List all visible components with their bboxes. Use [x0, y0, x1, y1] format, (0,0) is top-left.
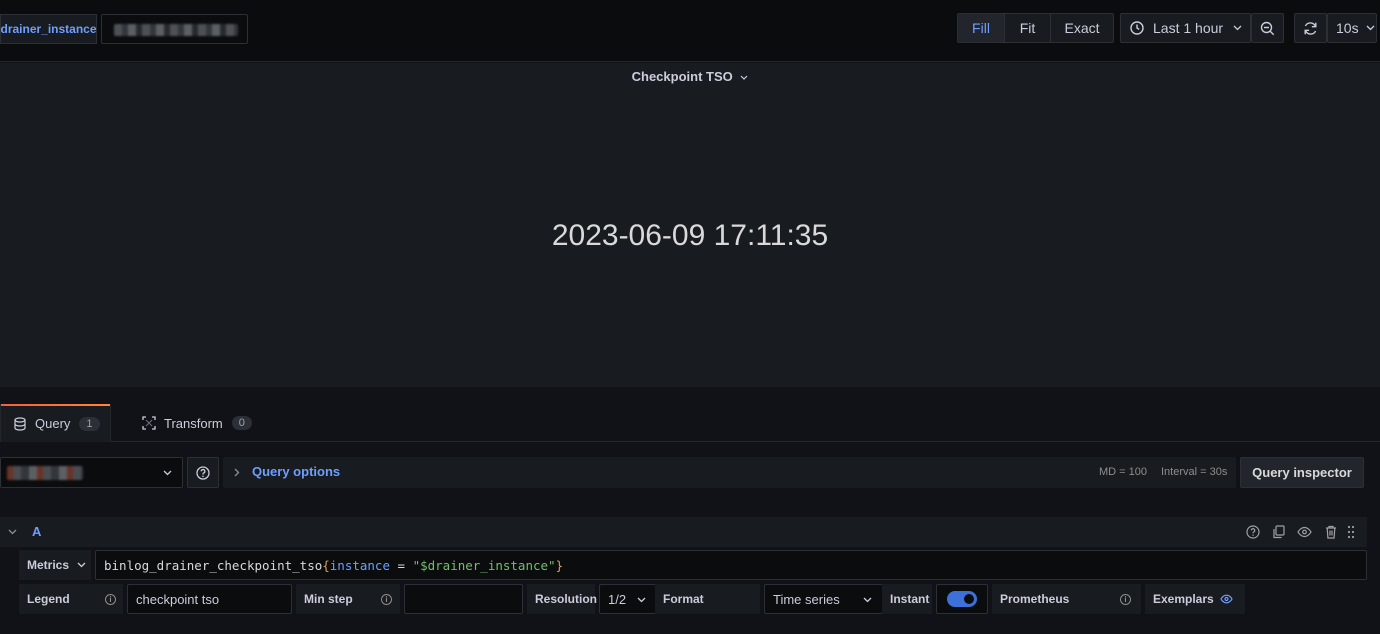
- database-icon: [14, 416, 26, 431]
- refresh-interval-picker[interactable]: 10s: [1327, 13, 1377, 43]
- tab-transform[interactable]: Transform 0: [142, 404, 262, 442]
- panel-preview: Checkpoint TSO 2023-06-09 17:11:35: [0, 63, 1380, 387]
- tab-query[interactable]: Query 1: [0, 404, 111, 442]
- resolution-value: 1/2: [608, 591, 627, 607]
- instant-toggle-container: [936, 584, 988, 614]
- variable-select[interactable]: [101, 14, 248, 44]
- time-range-label: Last 1 hour: [1153, 20, 1224, 36]
- exemplars-toggle[interactable]: Exemplars: [1145, 584, 1245, 614]
- trash-icon[interactable]: [1325, 525, 1337, 539]
- drag-handle-icon[interactable]: [1347, 525, 1355, 539]
- label-key: instance: [329, 557, 390, 573]
- redacted-value: [114, 24, 238, 36]
- tab-query-label: Query: [35, 416, 71, 431]
- tab-query-count: 1: [79, 416, 100, 431]
- query-row-header[interactable]: A: [0, 517, 1367, 547]
- tab-transform-label: Transform: [164, 415, 223, 431]
- datasource-picker[interactable]: [0, 457, 183, 488]
- prometheus-label-cell: Prometheus i: [992, 584, 1141, 614]
- chevron-down-icon[interactable]: [8, 529, 17, 535]
- eye-icon[interactable]: [1297, 526, 1312, 538]
- promql-query-code: binlog_drainer_checkpoint_tso{instance =…: [104, 558, 563, 573]
- promql-query-input[interactable]: binlog_drainer_checkpoint_tso{instance =…: [95, 550, 1367, 580]
- format-label: Format: [655, 584, 760, 614]
- label-brace-close: }: [555, 557, 564, 573]
- refresh-icon: [1303, 21, 1318, 36]
- info-icon: i: [381, 594, 392, 605]
- zoom-out-icon: [1260, 21, 1275, 36]
- chevron-down-icon: [163, 470, 172, 476]
- view-mode-fill-button[interactable]: Fill: [958, 14, 1005, 42]
- resolution-label: Resolution: [527, 584, 597, 614]
- legend-label: Legend: [27, 592, 70, 606]
- tab-transform-count: 0: [231, 416, 252, 430]
- min-step-label-cell: Min step i: [296, 584, 400, 614]
- format-select[interactable]: Time series: [764, 584, 883, 614]
- time-range-picker[interactable]: Last 1 hour: [1120, 13, 1251, 43]
- instant-toggle[interactable]: [947, 591, 977, 607]
- resolution-select[interactable]: 1/2: [599, 584, 656, 614]
- help-icon[interactable]: [1246, 525, 1260, 539]
- prometheus-label: Prometheus: [1000, 592, 1070, 606]
- zoom-out-button[interactable]: [1251, 13, 1284, 43]
- max-data-points: MD = 100: [1099, 466, 1147, 478]
- info-icon: i: [105, 594, 116, 605]
- chevron-down-icon: [740, 75, 748, 80]
- chevron-right-icon: [234, 468, 240, 477]
- query-editor: Query options MD = 100 Interval = 30s Qu…: [0, 442, 1380, 634]
- legend-input[interactable]: checkpoint tso: [127, 584, 292, 614]
- chevron-down-icon: [863, 597, 872, 603]
- metric-name: binlog_drainer_checkpoint_tso: [104, 557, 323, 573]
- query-options-label: Query options: [252, 464, 341, 479]
- exemplars-label: Exemplars: [1153, 592, 1214, 606]
- panel-title-label: Checkpoint TSO: [631, 69, 733, 84]
- query-interval: Interval = 30s: [1161, 466, 1228, 478]
- transform-icon: [142, 416, 156, 430]
- panel-title[interactable]: Checkpoint TSO: [0, 69, 1380, 84]
- format-value: Time series: [773, 591, 840, 607]
- query-inspector-button[interactable]: Query inspector: [1240, 457, 1364, 488]
- chevron-down-icon: [1233, 25, 1242, 31]
- clock-icon: [1130, 21, 1144, 35]
- variable-label: drainer_instance: [0, 14, 97, 44]
- query-ref-id: A: [32, 524, 42, 539]
- refresh-interval-label: 10s: [1336, 20, 1359, 36]
- question-circle-icon: [196, 465, 210, 480]
- chevron-down-icon: [1366, 25, 1375, 31]
- min-step-input[interactable]: [404, 584, 523, 614]
- query-options-toggle[interactable]: Query options MD = 100 Interval = 30s: [223, 457, 1236, 488]
- stat-value: 2023-06-09 17:11:35: [551, 219, 829, 252]
- editor-tabs: Query 1 Transform 0: [0, 388, 1380, 442]
- metrics-browser-button[interactable]: Metrics: [19, 550, 91, 580]
- view-mode-exact-button[interactable]: Exact: [1051, 14, 1113, 42]
- label-operator: =: [390, 557, 413, 573]
- legend-label-cell: Legend i: [19, 584, 123, 614]
- view-mode-fit-button[interactable]: Fit: [1005, 14, 1051, 42]
- eye-icon: [1220, 594, 1233, 604]
- refresh-button[interactable]: [1294, 13, 1327, 43]
- metrics-label: Metrics: [27, 558, 70, 572]
- label-brace-open: {: [322, 557, 330, 573]
- view-mode-group: Fill Fit Exact: [957, 13, 1114, 43]
- chevron-down-icon: [637, 597, 646, 603]
- dashboard-toolbar: drainer_instance Fill Fit Exact Last 1 h…: [0, 0, 1380, 62]
- datasource-help-button[interactable]: [187, 457, 219, 488]
- min-step-label: Min step: [304, 592, 353, 606]
- duplicate-query-icon[interactable]: [1272, 525, 1286, 539]
- info-icon: i: [1120, 594, 1131, 605]
- chevron-down-icon: [77, 562, 86, 568]
- label-value: "$drainer_instance": [412, 557, 556, 573]
- instant-label: Instant: [882, 584, 932, 614]
- redacted-datasource: [7, 466, 83, 480]
